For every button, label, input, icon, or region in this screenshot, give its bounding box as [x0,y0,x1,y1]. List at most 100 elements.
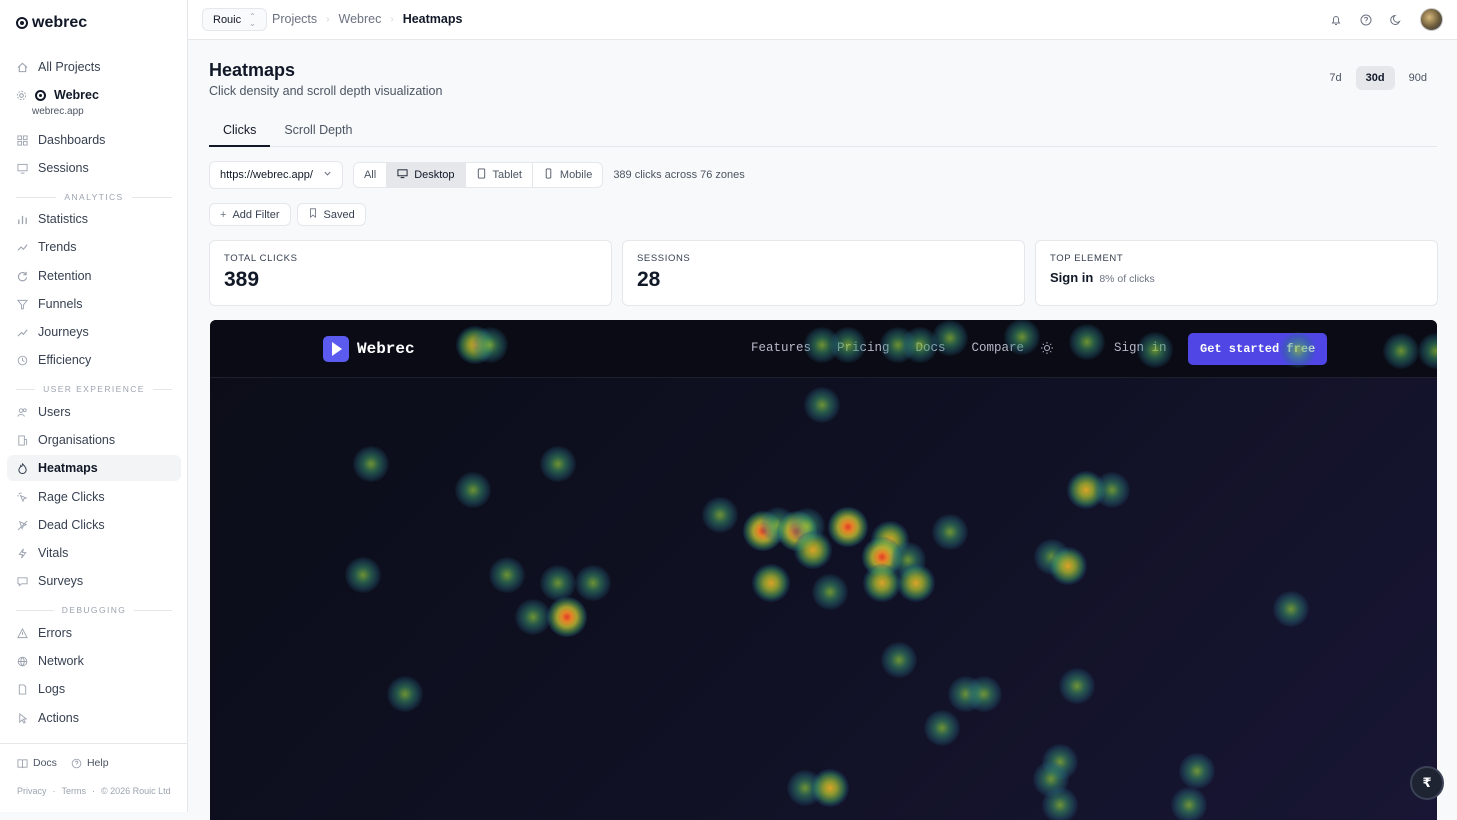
filters-bar: https://webrec.app/ All Desktop Tablet M… [209,161,745,189]
device-label: Mobile [559,169,593,181]
sidebar-item-organisations[interactable]: Organisations [7,427,181,453]
bolt-icon [17,548,28,559]
plus-icon: + [220,208,227,221]
message-icon [17,576,28,587]
device-mobile[interactable]: Mobile [533,163,602,187]
device-desktop[interactable]: Desktop [387,163,466,187]
tab-scroll-depth[interactable]: Scroll Depth [270,119,366,147]
breadcrumb: Projects › Webrec › Heatmaps [272,12,462,26]
sidebar-item-journeys[interactable]: Journeys [7,319,181,345]
sidebar-item-trends[interactable]: Trends [7,234,181,260]
sidebar-item-efficiency[interactable]: Efficiency [7,347,181,373]
date-range-selector: 7d 30d 90d [1319,66,1437,90]
tab-clicks[interactable]: Clicks [209,119,271,147]
sidebar-item-retention[interactable]: Retention [7,263,181,289]
sidebar-item-errors[interactable]: Errors [7,620,181,646]
range-90d[interactable]: 90d [1399,66,1437,90]
device-tablet[interactable]: Tablet [466,163,533,187]
sidebar-item-dashboards[interactable]: Dashboards [7,127,181,153]
sidebar-item-statistics[interactable]: Statistics [7,206,181,232]
help-circle-icon [71,758,82,769]
add-filter-label: Add Filter [232,208,280,221]
sidebar-item-label: Vitals [38,546,69,560]
sidebar: webrec All Projects Webrec webrec.app Da… [0,0,188,812]
preview-nav-links: Features Pricing Docs Compare [751,341,1024,355]
heat-spot [787,770,823,806]
refresh-icon [17,271,28,282]
clock-icon [17,355,28,366]
heat-spot [752,564,790,602]
help-icon[interactable] [1360,14,1372,26]
sidebar-item-label: Dead Clicks [38,518,105,532]
top-element-percent: 8% of clicks [1099,273,1155,285]
sidebar-item-rage-clicks[interactable]: Rage Clicks [7,484,181,510]
sidebar-item-label: Logs [38,682,66,696]
device-all[interactable]: All [354,163,388,187]
add-filter-button[interactable]: + Add Filter [209,203,291,226]
url-selector[interactable]: https://webrec.app/ [209,161,343,189]
sidebar-item-surveys[interactable]: Surveys [7,568,181,594]
rage-click-icon [17,491,28,503]
privacy-link[interactable]: Privacy [17,786,47,797]
project-switcher[interactable]: Webrec webrec.app [16,88,99,117]
sidebar-item-vitals[interactable]: Vitals [7,540,181,566]
sidebar-item-label: Journeys [38,325,89,339]
help-link[interactable]: Help [71,757,109,769]
terms-link[interactable]: Terms [62,786,87,797]
sidebar-item-label: Rage Clicks [38,490,105,504]
sidebar-item-actions[interactable]: Actions [7,705,181,731]
app-logo[interactable]: webrec [16,14,87,32]
breadcrumb-webrec[interactable]: Webrec [339,12,382,26]
sidebar-item-network[interactable]: Network [7,648,181,674]
heat-spot [811,769,849,807]
docs-link[interactable]: Docs [17,757,57,769]
sidebar-item-label: Efficiency [38,353,92,367]
trend-icon [17,242,28,253]
bookmark-icon [308,208,318,221]
range-7d[interactable]: 7d [1319,66,1351,90]
sidebar-item-all-projects[interactable]: All Projects [7,54,181,80]
dashboard-icon [17,134,28,146]
heat-spot [547,597,587,637]
sidebar-item-heatmaps[interactable]: Heatmaps [7,455,181,481]
moon-icon[interactable] [1390,14,1402,26]
mobile-icon [543,168,554,182]
heat-spot [702,497,738,533]
saved-filters-button[interactable]: Saved [296,203,366,226]
sidebar-item-users[interactable]: Users [7,399,181,425]
desktop-icon [397,168,408,182]
floating-action-button[interactable]: ₹ [1410,766,1444,800]
alert-icon [17,627,28,639]
org-selector[interactable]: Rouic ⌃ ⌄ [202,8,267,31]
sidebar-item-funnels[interactable]: Funnels [7,291,181,317]
heat-spot [540,565,576,601]
device-filter: All Desktop Tablet Mobile [352,162,604,188]
bell-icon[interactable] [1330,14,1342,26]
range-30d[interactable]: 30d [1355,66,1395,90]
book-icon [17,758,28,769]
avatar[interactable] [1420,8,1443,31]
preview-sign-in: Sign in [1114,341,1167,355]
sidebar-item-sessions[interactable]: Sessions [7,155,181,181]
section-label-debugging: DEBUGGING [16,605,172,615]
chevron-down-icon [323,169,332,181]
breadcrumb-current: Heatmaps [402,12,463,26]
help-label: Help [86,757,109,769]
heat-spot [862,537,902,577]
separator-dot: · [92,786,96,796]
stat-label: TOP ELEMENT [1050,253,1124,264]
preview-link-pricing: Pricing [837,341,890,355]
heat-spot [1171,787,1207,820]
heat-spot [897,564,935,602]
heat-spot [828,507,868,547]
heat-spot [881,642,917,678]
heatmap-preview[interactable]: Webrec Features Pricing Docs Compare Sig… [210,320,1437,820]
sidebar-item-logs[interactable]: Logs [7,676,181,702]
sidebar-item-dead-clicks[interactable]: Dead Clicks [7,512,181,538]
heat-spot [540,446,576,482]
breadcrumb-projects[interactable]: Projects [272,12,317,26]
heat-spot [760,507,796,543]
sidebar-footer: Docs Help Privacy · Terms · © 2026 Rouic… [0,743,187,812]
copyright-text: © 2026 Rouic Ltd [101,786,171,796]
breadcrumb-separator-icon: › [390,13,394,25]
